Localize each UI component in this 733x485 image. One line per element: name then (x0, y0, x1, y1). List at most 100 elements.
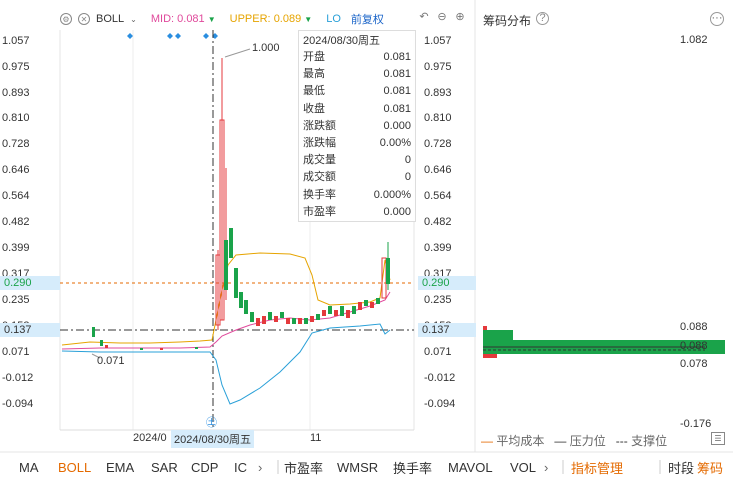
legend-label: 支撑位 (631, 434, 668, 448)
indicator-tab-cdp[interactable]: CDP (191, 460, 218, 475)
event-markers (127, 33, 218, 39)
event-marker-icon[interactable]: ㊏ (206, 414, 217, 430)
y-label: 0.482 (2, 216, 30, 228)
y-label: 0.893 (424, 87, 452, 99)
min-price-label: 0.071 (97, 355, 125, 367)
y-label: 0.975 (2, 61, 30, 73)
y-label: 0.564 (424, 190, 452, 202)
indicator-tab-pe[interactable]: 市盈率 (284, 458, 323, 477)
y-label: -0.012 (2, 372, 34, 384)
info-value: 0 (404, 154, 411, 167)
chip-legend: — 平均成本 — 压力位 --- 支撑位 (481, 432, 667, 449)
tab-time-period[interactable]: 时段 (668, 458, 694, 477)
info-value: 0.081 (383, 102, 411, 115)
legend-resistance: — 压力位 (554, 434, 606, 448)
info-value: 0 (404, 171, 411, 184)
info-value: 0.00% (379, 136, 411, 149)
indicator-bar: MA BOLL EMA SAR CDP IC › 市盈率 WMSR 换手率 MA… (0, 452, 733, 482)
ohlc-info-box: 2024/08/30周五 开盘 0.081 最高 0.081 最低 0.081 收盘 0… (298, 30, 416, 222)
info-row: 涨跌幅 0.00% (299, 135, 415, 152)
legend-avg-cost: — 平均成本 (481, 434, 545, 448)
indicator-tab-sar[interactable]: SAR (151, 460, 178, 475)
y-label: 0.235 (2, 294, 30, 306)
current-price-tag-left: 0.290 (0, 276, 60, 290)
y-label: 0.810 (2, 112, 30, 124)
chevron-right-icon[interactable]: › (544, 460, 548, 475)
y-label: -0.094 (2, 398, 34, 410)
y-label: 0.482 (424, 216, 452, 228)
info-row: 换手率 0.000% (299, 187, 415, 204)
indicator-tab-turnover[interactable]: 换手率 (393, 458, 432, 477)
list-icon[interactable]: ☰ (711, 432, 725, 445)
info-key: 收盘 (303, 102, 325, 115)
y-label: 0.728 (424, 138, 452, 150)
chip-value-2: 0.088 (680, 340, 708, 352)
more-icon[interactable]: ··· (710, 12, 724, 26)
chip-value-3: 0.078 (680, 358, 708, 370)
info-value: 0.000% (373, 188, 411, 201)
info-key: 涨跌额 (303, 119, 336, 132)
info-key: 最高 (303, 68, 325, 81)
info-date: 2024/08/30周五 (303, 35, 381, 47)
y-label: 0.810 (424, 112, 452, 124)
y-label: 0.893 (2, 87, 30, 99)
info-value: 0.081 (383, 68, 411, 81)
info-row: 最高 0.081 (299, 66, 415, 83)
indicator-tab-ic[interactable]: IC (234, 460, 247, 475)
indicator-tab-wmsr[interactable]: WMSR (337, 460, 378, 475)
indicator-tab-mavol[interactable]: MAVOL (448, 460, 493, 475)
legend-label: 平均成本 (496, 434, 545, 448)
y-label: 0.071 (424, 346, 452, 358)
legend-label: 压力位 (569, 434, 606, 448)
info-key: 成交额 (303, 171, 336, 184)
max-price-label: 1.000 (252, 42, 280, 54)
cursor-date-label: 2024/08/30周五 (171, 430, 255, 448)
y-label: 0.071 (2, 346, 30, 358)
y-label: -0.012 (424, 372, 456, 384)
chip-panel-title: 筹码分布 (483, 14, 532, 28)
info-key: 开盘 (303, 51, 325, 63)
indicator-tab-boll[interactable]: BOLL (58, 460, 91, 475)
info-key: 市盈率 (303, 205, 336, 218)
indicator-tab-ema[interactable]: EMA (106, 460, 134, 475)
chip-bottom-value: -0.176 (680, 418, 712, 430)
info-row: 涨跌额 0.000 (299, 118, 415, 135)
info-row: 成交额 0 (299, 169, 415, 186)
cursor-price-tag-left: 0.137 (0, 323, 60, 337)
chip-top-value: 1.082 (680, 34, 708, 46)
y-label: 0.235 (424, 294, 452, 306)
x-label: 11 (310, 432, 322, 444)
y-label: 0.728 (2, 138, 30, 150)
help-icon[interactable]: ? (536, 12, 549, 25)
info-row: 市盈率 0.000 (299, 204, 415, 221)
info-key: 成交量 (303, 154, 336, 167)
info-value: 0.081 (383, 51, 411, 63)
y-label: 0.646 (424, 164, 452, 176)
indicator-manage-button[interactable]: 指标管理 (571, 458, 623, 477)
info-value: 0.081 (383, 85, 411, 98)
info-value: 0.000 (383, 119, 411, 132)
info-row: 成交量 0 (299, 152, 415, 169)
y-label: 0.399 (2, 242, 30, 254)
chip-value-1: 0.088 (680, 321, 708, 333)
mid-band (61, 291, 391, 350)
tab-chips[interactable]: 筹码 (697, 458, 723, 477)
x-label: 2024/0 (133, 432, 167, 444)
info-row: 开盘 0.081 (299, 49, 415, 66)
y-label: 0.564 (2, 190, 30, 202)
y-label: 0.646 (2, 164, 30, 176)
indicator-tab-ma[interactable]: MA (19, 460, 39, 475)
y-label: 0.975 (424, 61, 452, 73)
info-row: 收盘 0.081 (299, 101, 415, 118)
info-key: 最低 (303, 85, 325, 98)
cursor-price-tag-right: 0.137 (418, 323, 476, 337)
info-value: 0.000 (383, 205, 411, 218)
indicator-tab-vol[interactable]: VOL (510, 460, 536, 475)
current-price-tag-right: 0.290 (418, 276, 476, 290)
info-row: 最低 0.081 (299, 83, 415, 100)
y-label: 0.399 (424, 242, 452, 254)
chevron-right-icon[interactable]: › (258, 460, 262, 475)
info-key: 涨跌幅 (303, 136, 336, 149)
legend-support: --- 支撑位 (615, 434, 668, 448)
y-label: -0.094 (424, 398, 456, 410)
